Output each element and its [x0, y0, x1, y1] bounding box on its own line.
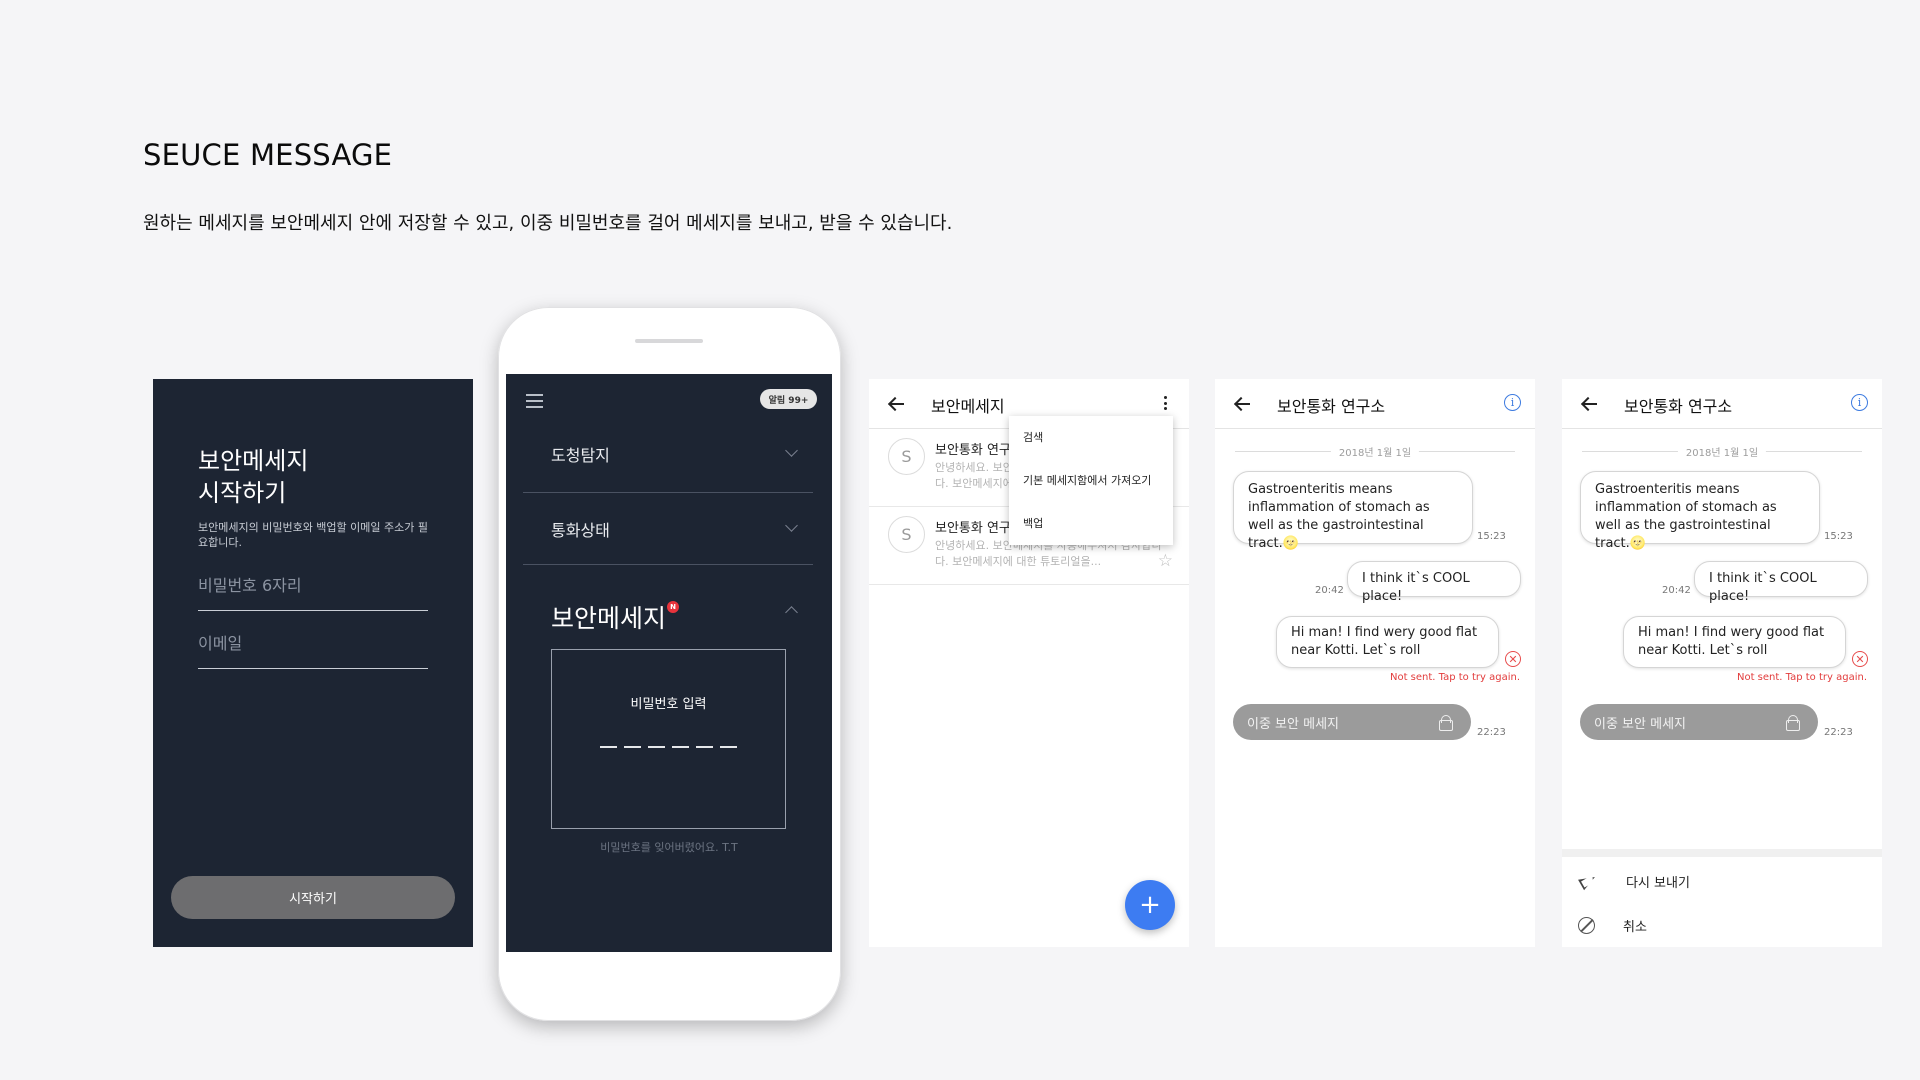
start-heading: 보안메세지 시작하기 — [198, 447, 309, 507]
message-bubble-received[interactable]: Gastroenteritis means inflammation of st… — [1233, 471, 1473, 551]
lock-icon — [1786, 715, 1800, 731]
menu-item-backup[interactable]: 백업 — [1023, 515, 1043, 531]
menu-item-label: 보안메세지 — [551, 604, 667, 633]
chevron-down-icon — [785, 519, 798, 532]
menu-item-dochung[interactable]: 도청탐지 — [551, 442, 798, 466]
chat-screen: 보안통화 연구소 i 2018년 1월 1일 Gastroenteritis m… — [1215, 379, 1535, 947]
date-label: 2018년 1월 1일 — [1330, 444, 1420, 459]
secure-message-label: 이중 보안 메세지 — [1594, 716, 1686, 732]
cancel-action[interactable]: 취소 — [1578, 913, 1647, 937]
password-entry-box[interactable]: 비밀번호 입력 — [551, 649, 786, 829]
back-arrow-icon[interactable] — [1582, 398, 1598, 410]
page-title: SEUCE MESSAGE — [143, 138, 393, 172]
top-bar: 보안통화 연구소 i — [1215, 379, 1535, 429]
secure-message-label: 이중 보안 메세지 — [1247, 716, 1339, 732]
error-icon[interactable]: ✕ — [1852, 651, 1868, 667]
error-icon[interactable]: ✕ — [1505, 651, 1521, 667]
resend-label: 다시 보내기 — [1626, 875, 1690, 891]
menu-item-import[interactable]: 기본 메세지함에서 가져오기 — [1023, 472, 1151, 488]
date-separator: 2018년 1월 1일 — [1235, 444, 1515, 459]
phone-screen: 알림 99+ 도청탐지 통화상태 보안메세지 N 비밀번호 입력 비밀번호를 잊… — [506, 374, 832, 952]
chevron-up-icon — [785, 606, 798, 619]
message-time: 20:42 — [1662, 585, 1691, 596]
resend-action[interactable]: 다시 보내기 — [1578, 869, 1690, 893]
page-subtitle: 원하는 메세지를 보안메세지 안에 저장할 수 있고, 이중 비밀번호를 걸어 … — [143, 213, 953, 234]
message-list-screen: 보안메세지 S 보안통화 연구소 안녕하세요. 보안메세지를 사용해주셔서 감사… — [869, 379, 1189, 947]
menu-item-label: 도청탐지 — [551, 446, 610, 465]
send-failed-text[interactable]: Not sent. Tap to try again. — [1737, 672, 1867, 683]
menu-item-call-status[interactable]: 통화상태 — [551, 517, 798, 541]
message-time: 15:23 — [1824, 531, 1853, 542]
chat-actions-screen: 보안통화 연구소 i 2018년 1월 1일 Gastroenteritis m… — [1562, 379, 1882, 947]
secure-message-bubble[interactable]: 이중 보안 메세지 — [1233, 704, 1471, 740]
top-bar: 보안통화 연구소 i — [1562, 379, 1882, 429]
send-icon — [1578, 871, 1598, 891]
divider — [523, 564, 813, 565]
send-failed-text[interactable]: Not sent. Tap to try again. — [1390, 672, 1520, 683]
phone-mockup: 알림 99+ 도청탐지 통화상태 보안메세지 N 비밀번호 입력 비밀번호를 잊… — [498, 307, 841, 1021]
password-prompt: 비밀번호 입력 — [630, 697, 707, 712]
add-button[interactable]: + — [1125, 880, 1175, 930]
notification-badge[interactable]: 알림 99+ — [760, 389, 817, 409]
new-badge: N — [667, 601, 680, 613]
password-digits — [600, 746, 737, 748]
digit-slot — [696, 746, 713, 748]
message-time: 20:42 — [1315, 585, 1344, 596]
info-icon[interactable]: i — [1851, 394, 1868, 411]
message-bubble-sent[interactable]: Hi man! I find wery good flat near Kotti… — [1276, 616, 1499, 668]
avatar: S — [888, 438, 925, 475]
message-bubble-sent[interactable]: I think it`s COOL place! — [1347, 561, 1521, 604]
menu-item-search[interactable]: 검색 — [1023, 429, 1043, 445]
divider — [523, 492, 813, 493]
start-description: 보안메세지의 비밀번호와 백업할 이메일 주소가 필요합니다. — [198, 521, 429, 549]
back-arrow-icon[interactable] — [889, 398, 905, 410]
star-icon[interactable]: ☆ — [1158, 551, 1173, 571]
digit-slot — [720, 746, 737, 748]
lock-icon — [1439, 715, 1453, 731]
cancel-label: 취소 — [1623, 919, 1647, 935]
action-sheet: 다시 보내기 취소 — [1562, 849, 1882, 947]
digit-slot — [648, 746, 665, 748]
menu-item-label: 통화상태 — [551, 521, 610, 540]
digit-slot — [600, 746, 617, 748]
info-icon[interactable]: i — [1504, 394, 1521, 411]
back-arrow-icon[interactable] — [1235, 398, 1251, 410]
hamburger-menu-icon[interactable] — [526, 394, 543, 408]
start-button[interactable]: 시작하기 — [171, 876, 455, 919]
date-label: 2018년 1월 1일 — [1677, 444, 1767, 459]
start-screen: 보안메세지 시작하기 보안메세지의 비밀번호와 백업할 이메일 주소가 필요합니… — [153, 379, 473, 947]
avatar: S — [888, 516, 925, 553]
menu-item-secure-message[interactable]: 보안메세지 N — [551, 599, 798, 635]
chevron-down-icon — [785, 444, 798, 457]
forgot-password-link[interactable]: 비밀번호를 잊어버렸어요. T.T — [506, 839, 832, 855]
chat-title: 보안통화 연구소 — [1624, 397, 1733, 416]
message-bubble-sent[interactable]: Hi man! I find wery good flat near Kotti… — [1623, 616, 1846, 668]
options-dropdown: 검색 기본 메세지함에서 가져오기 백업 — [1009, 416, 1173, 545]
message-bubble-received[interactable]: Gastroenteritis means inflammation of st… — [1580, 471, 1820, 551]
screen-title: 보안메세지 — [931, 397, 1005, 416]
more-options-icon[interactable] — [1164, 396, 1168, 410]
phone-speaker — [635, 339, 703, 343]
password-field[interactable]: 비밀번호 6자리 — [198, 572, 428, 611]
cancel-icon — [1578, 916, 1595, 934]
digit-slot — [624, 746, 641, 748]
digit-slot — [672, 746, 689, 748]
chat-title: 보안통화 연구소 — [1277, 397, 1386, 416]
message-bubble-sent[interactable]: I think it`s COOL place! — [1694, 561, 1868, 604]
message-time: 22:23 — [1477, 727, 1506, 738]
secure-message-bubble[interactable]: 이중 보안 메세지 — [1580, 704, 1818, 740]
email-field[interactable]: 이메일 — [198, 630, 428, 669]
message-time: 22:23 — [1824, 727, 1853, 738]
message-time: 15:23 — [1477, 531, 1506, 542]
date-separator: 2018년 1월 1일 — [1582, 444, 1862, 459]
